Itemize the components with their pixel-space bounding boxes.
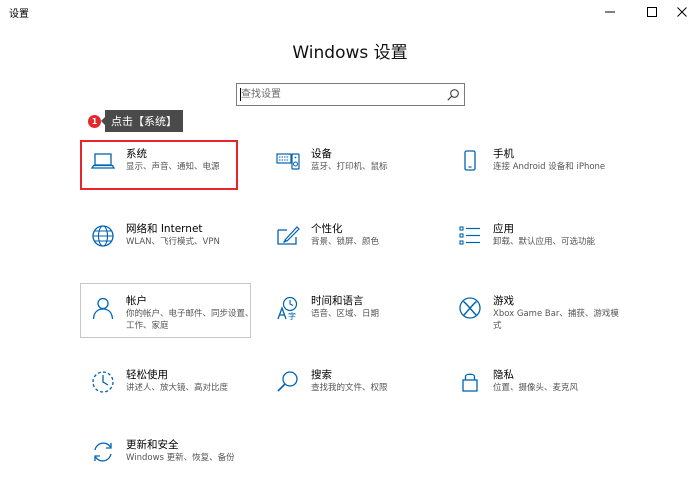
tile-description: 你的帐户、电子邮件、同步设置、工作、家庭 (126, 309, 254, 331)
refresh-icon (90, 439, 116, 465)
tile-title: 更新和安全 (126, 439, 179, 451)
tile-title: 手机 (493, 148, 514, 160)
tile-description: Windows 更新、恢复、备份 (126, 453, 235, 463)
globe-icon (90, 223, 116, 249)
tile-title: 隐私 (493, 369, 514, 381)
apps-list-icon (457, 223, 483, 249)
tile-title: 轻松使用 (126, 369, 168, 381)
tile-personalization[interactable]: 个性化 背景、锁屏、颜色 (267, 217, 442, 267)
phone-icon (457, 148, 483, 174)
tile-title: 时间和语言 (311, 295, 364, 307)
tile-title: 设备 (311, 148, 332, 160)
svg-text:字: 字 (288, 311, 296, 321)
person-icon (90, 295, 116, 321)
tile-description: 连接 Android 设备和 iPhone (493, 162, 606, 172)
tile-title: 搜索 (311, 369, 332, 381)
minimize-button[interactable] (592, 0, 628, 24)
keyboard-speaker-icon (275, 148, 301, 174)
tile-ease-of-access[interactable]: 轻松使用 讲述人、放大镜、高对比度 (82, 363, 257, 413)
tile-title: 网络和 Internet (126, 223, 203, 235)
magnifier-icon (275, 369, 301, 395)
tile-description: 蓝牙、打印机、鼠标 (311, 162, 388, 172)
tile-network[interactable]: 网络和 Internet WLAN、飞行模式、VPN (82, 217, 257, 267)
search-box[interactable] (236, 83, 465, 106)
ease-of-access-icon (90, 369, 116, 395)
tile-title: 游戏 (493, 295, 514, 307)
close-icon (677, 7, 687, 17)
tile-description: 卸载、默认应用、可选功能 (493, 237, 596, 247)
search-input[interactable] (237, 84, 437, 105)
time-language-icon: 字 (275, 295, 301, 321)
annotation-tooltip: 1 点击【系统】 (88, 110, 183, 132)
tile-description: 讲述人、放大镜、高对比度 (126, 383, 229, 393)
tile-title: 个性化 (311, 223, 343, 235)
brush-screen-icon (275, 223, 301, 249)
tile-description: WLAN、飞行模式、VPN (126, 237, 220, 247)
tile-title: 应用 (493, 223, 514, 235)
window-title: 设置 (9, 9, 29, 20)
search-icon[interactable] (446, 88, 460, 102)
tile-gaming[interactable]: 游戏 Xbox Game Bar、捕获、游戏模式 (449, 289, 624, 339)
step-badge: 1 (88, 114, 101, 128)
tile-description: 查找我的文件、权限 (311, 383, 388, 393)
tile-time-language[interactable]: 字 时间和语言 语音、区域、日期 (267, 289, 442, 339)
tile-apps[interactable]: 应用 卸载、默认应用、可选功能 (449, 217, 624, 267)
tile-title: 帐户 (126, 295, 147, 307)
title-bar: 设置 (0, 0, 700, 24)
tile-description: Xbox Game Bar、捕获、游戏模式 (493, 309, 619, 331)
annotation-text: 点击【系统】 (101, 110, 183, 132)
minimize-icon (605, 11, 615, 13)
tile-accounts[interactable]: 帐户 你的帐户、电子邮件、同步设置、工作、家庭 (82, 289, 257, 339)
tile-phone[interactable]: 手机 连接 Android 设备和 iPhone (449, 142, 624, 192)
highlight-frame (80, 140, 238, 190)
tile-update-security[interactable]: 更新和安全 Windows 更新、恢复、备份 (82, 433, 257, 478)
close-button[interactable] (664, 0, 700, 24)
tile-privacy[interactable]: 隐私 位置、摄像头、麦克风 (449, 363, 624, 413)
tile-description: 背景、锁屏、颜色 (311, 237, 380, 247)
lock-icon (457, 369, 483, 395)
text-caret (240, 88, 241, 101)
maximize-icon (647, 7, 657, 17)
xbox-icon (457, 295, 483, 321)
tile-devices[interactable]: 设备 蓝牙、打印机、鼠标 (267, 142, 442, 192)
tile-description: 位置、摄像头、麦克风 (493, 383, 579, 393)
tile-description: 语音、区域、日期 (311, 309, 380, 319)
tile-search[interactable]: 搜索 查找我的文件、权限 (267, 363, 442, 413)
page-title: Windows 设置 (292, 43, 408, 63)
